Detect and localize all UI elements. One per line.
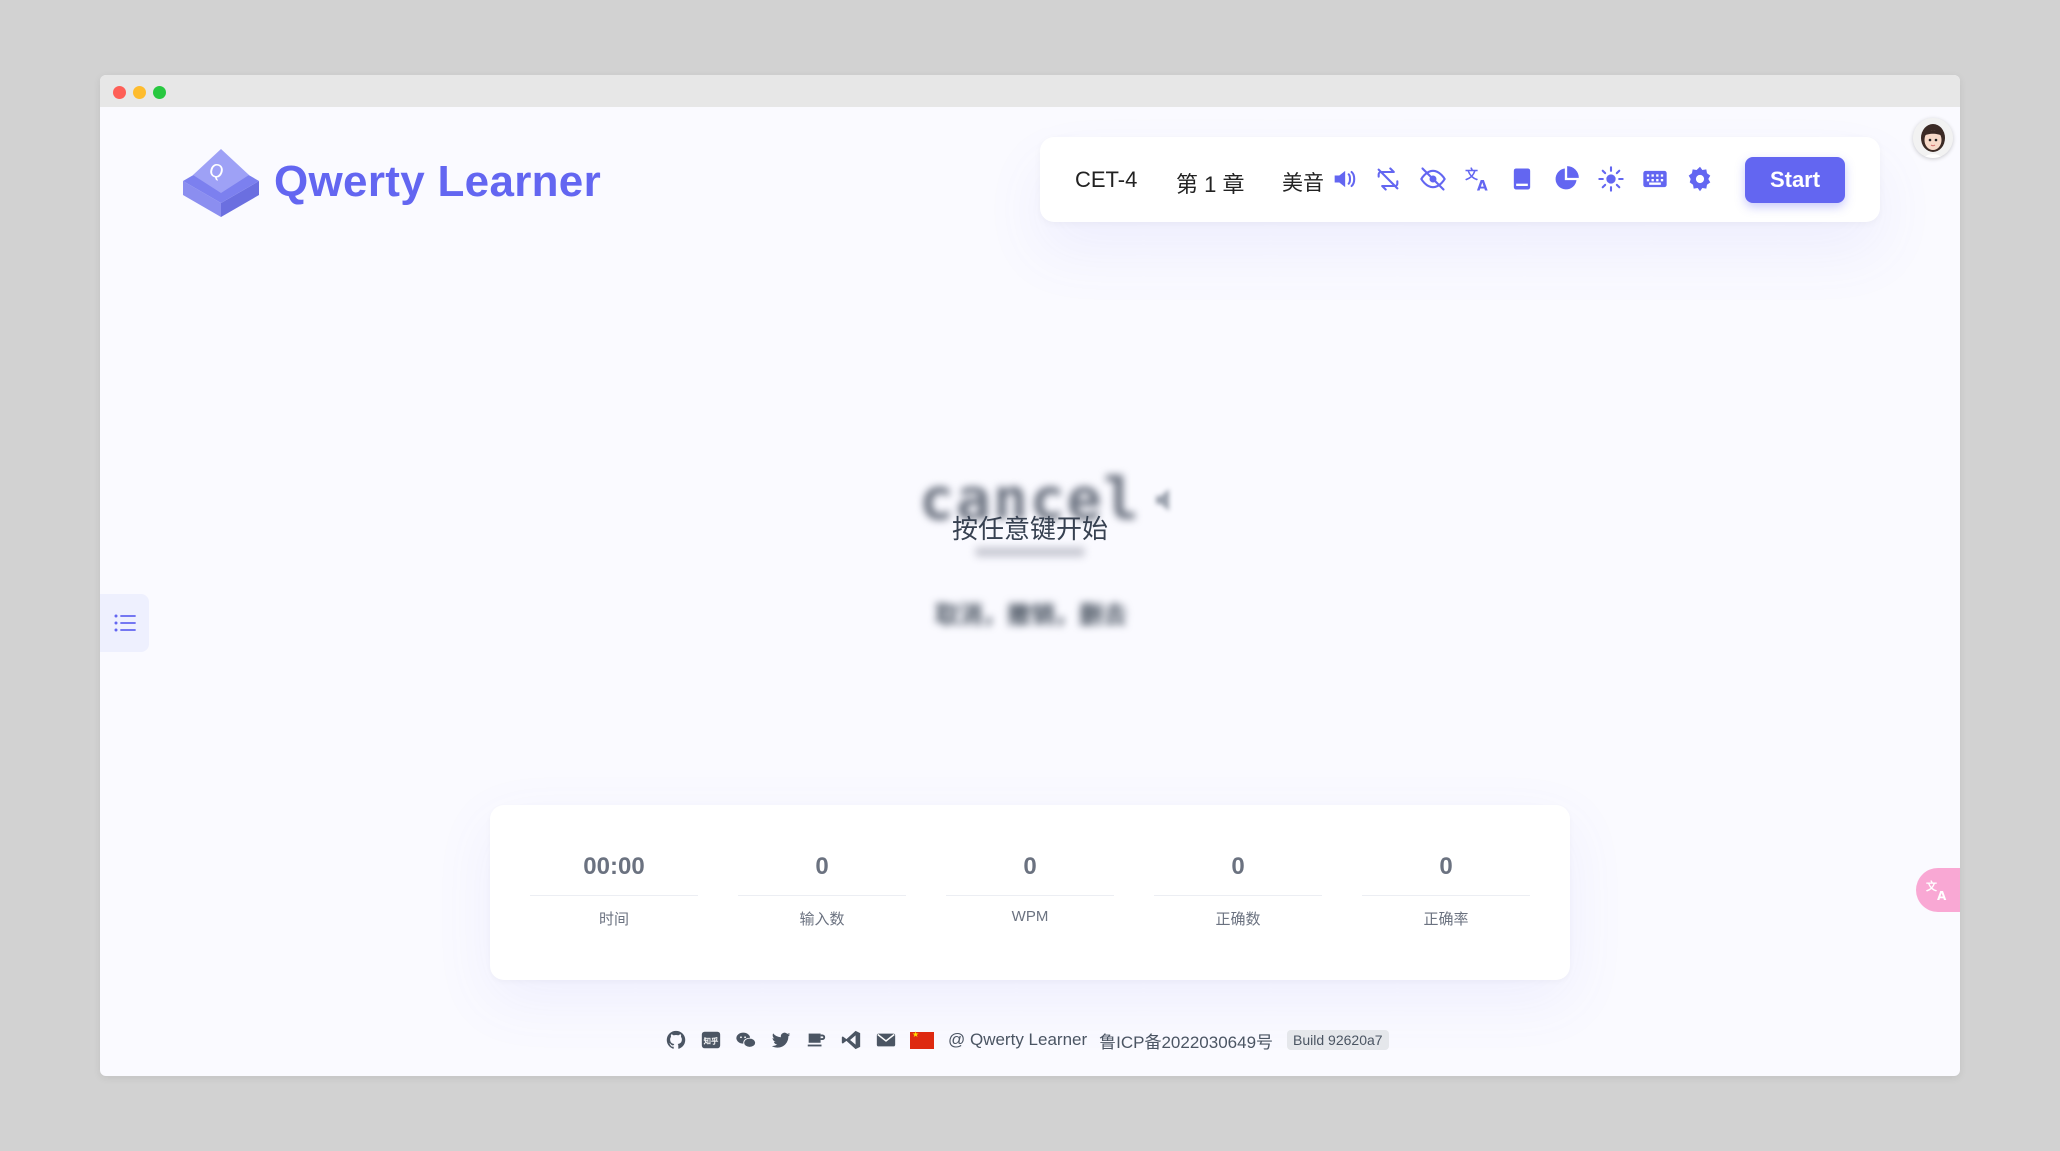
stat-accuracy: 0 正确率 [1362,853,1530,929]
app-logo[interactable]: Q Qwerty Learner [179,145,601,219]
wechat-icon[interactable] [735,1029,757,1051]
word-translation: 取消，撤销，删去 [935,602,1127,629]
stat-label: 输入数 [799,911,845,928]
stats-panel: 00:00 时间 0 输入数 0 WPM 0 正确数 0 正确率 [490,805,1570,980]
stat-time: 00:00 时间 [530,853,698,929]
avatar[interactable] [1913,118,1953,158]
stat-value: 0 [815,853,829,880]
vscode-icon[interactable] [840,1029,862,1051]
stat-input-count: 0 输入数 [738,853,906,929]
browser-window: Q Qwerty Learner CET-4 第 1 章 美音 文A Start… [100,75,1960,1076]
chapter-selector[interactable]: 第 1 章 [1176,167,1244,199]
translate-icon: 文 A [1926,879,1947,902]
coffee-icon[interactable] [805,1029,827,1051]
dictionary-selector[interactable]: CET-4 [1075,167,1137,193]
start-button[interactable]: Start [1745,157,1845,203]
zhihu-icon[interactable]: 知乎 [700,1029,722,1051]
close-window-button[interactable] [113,86,126,99]
divider [946,895,1114,896]
keyboard-icon[interactable] [1641,165,1669,193]
footer: 知乎 @ Qwerty Learner 鲁ICP备2022030649号 Bui… [665,1025,1389,1055]
gear-icon[interactable] [1686,165,1714,193]
stat-correct-count: 0 正确数 [1154,853,1322,929]
sound-icon[interactable] [1330,165,1358,193]
mail-icon[interactable] [875,1029,897,1051]
github-icon[interactable] [665,1029,687,1051]
divider [738,895,906,896]
word-phonetic [975,547,1085,557]
build-badge: Build 92620a7 [1287,1030,1389,1050]
translate-icon[interactable]: 文A [1464,165,1492,195]
user-avatar-icon [1913,118,1953,158]
divider [1362,895,1530,896]
window-titlebar [100,75,1960,107]
china-flag-icon [910,1030,934,1049]
stat-value: 0 [1439,853,1453,880]
twitter-icon[interactable] [770,1029,792,1051]
press-any-key-hint: 按任意键开始 [951,514,1108,544]
minimize-window-button[interactable] [133,86,146,99]
maximize-window-button[interactable] [153,86,166,99]
icp-license-link[interactable]: 鲁ICP备2022030649号 [1099,1028,1273,1053]
list-icon [114,614,136,632]
svg-text:A: A [1477,179,1488,193]
stat-label: 时间 [598,911,629,928]
divider [1154,895,1322,896]
top-toolbar: CET-4 第 1 章 美音 文A Start [1040,137,1880,222]
app-title: Qwerty Learner [274,157,602,206]
book-icon[interactable] [1508,165,1536,193]
stat-label: 正确率 [1423,911,1469,928]
stat-label: WPM [1011,908,1049,925]
stat-wpm: 0 WPM [946,853,1114,925]
stat-value: 0 [1231,853,1245,880]
stat-value: 0 [1023,853,1037,880]
word-list-toggle-button[interactable] [100,594,149,652]
svg-text:A: A [1937,889,1947,902]
copyright-text[interactable]: @ Qwerty Learner [948,1030,1087,1050]
stat-value: 00:00 [583,853,645,880]
svg-text:知乎: 知乎 [703,1037,719,1046]
pronunciation-selector[interactable]: 美音 [1282,167,1324,197]
sun-icon[interactable] [1597,165,1625,193]
eye-off-icon[interactable] [1419,165,1447,193]
keycap-logo-icon: Q [183,149,259,217]
stat-label: 正确数 [1215,911,1261,928]
loop-off-icon[interactable] [1374,165,1402,193]
divider [530,895,698,896]
floating-translate-button[interactable]: 文 A [1916,868,1960,912]
chart-pie-icon[interactable] [1552,165,1580,193]
